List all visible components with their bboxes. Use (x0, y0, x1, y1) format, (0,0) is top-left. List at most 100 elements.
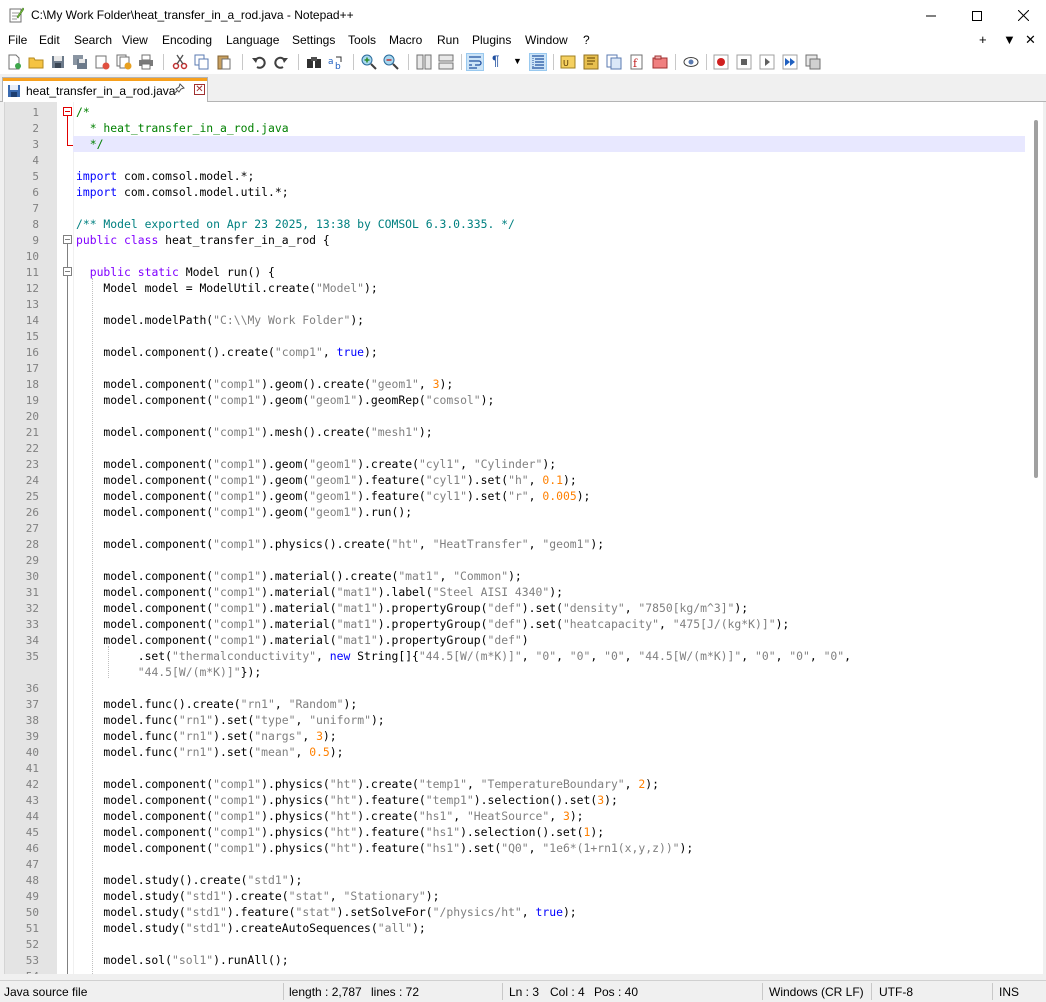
menu-help[interactable]: ? (583, 33, 590, 47)
code-text[interactable]: Model model = ModelUtil.create("Model"); (76, 281, 377, 295)
code-text[interactable]: import com.comsol.model.*; (76, 169, 254, 183)
play-macro-icon[interactable] (759, 54, 775, 70)
code-text[interactable]: * heat_transfer_in_a_rod.java (76, 121, 289, 135)
find-icon[interactable] (306, 54, 322, 70)
maximize-button[interactable] (954, 0, 1000, 31)
code-text[interactable]: import com.comsol.model.util.*; (76, 185, 289, 199)
indent-guide-icon[interactable] (529, 53, 547, 71)
code-text[interactable]: model.study("std1").feature("stat").setS… (76, 905, 576, 919)
code-text[interactable]: /** Model exported on Apr 23 2025, 13:38… (76, 217, 515, 231)
tab-list-button[interactable]: ▼ (1003, 32, 1016, 47)
code-text[interactable]: model.component("comp1").material("mat1"… (76, 585, 563, 599)
cut-icon[interactable] (172, 54, 188, 70)
code-text[interactable]: model.component("comp1").material("mat1"… (76, 617, 789, 631)
open-file-icon[interactable] (28, 54, 44, 70)
word-wrap-icon[interactable] (466, 53, 484, 71)
code-text[interactable]: model.component("comp1").physics("ht").f… (76, 841, 693, 855)
view-icon[interactable] (683, 54, 699, 70)
menu-encoding[interactable]: Encoding (162, 33, 212, 47)
code-text[interactable]: public static Model run() { (76, 265, 275, 279)
code-text[interactable]: model.sol("sol1").runAll(); (76, 953, 288, 967)
function-list-icon[interactable] (606, 54, 622, 70)
stop-record-icon[interactable] (736, 54, 752, 70)
code-text[interactable]: "44.5[W/(m*K)]"}); (76, 665, 261, 679)
replace-icon[interactable]: ab (328, 54, 344, 70)
code-text[interactable]: .set("thermalconductivity", new String[]… (76, 649, 851, 663)
undo-icon[interactable] (251, 54, 267, 70)
code-text[interactable]: model.study("std1").createAutoSequences(… (76, 921, 425, 935)
close-all-icon[interactable] (116, 54, 132, 70)
copy-icon[interactable] (194, 54, 210, 70)
code-text[interactable]: model.component("comp1").mesh().create("… (76, 425, 432, 439)
code-text[interactable]: model.component("comp1").physics().creat… (76, 537, 604, 551)
code-text[interactable]: public class heat_transfer_in_a_rod { (76, 233, 330, 247)
code-text[interactable]: model.component("comp1").geom("geom1").f… (76, 473, 576, 487)
menu-run[interactable]: Run (437, 33, 459, 47)
code-text[interactable]: model.component().create("comp1", true); (76, 345, 377, 359)
code-text[interactable]: model.component("comp1").geom("geom1").r… (76, 505, 412, 519)
folder-workspace-icon[interactable]: f (629, 54, 645, 70)
show-chars-dropdown-icon[interactable]: ▼ (513, 56, 529, 72)
code-text[interactable]: /* (76, 105, 90, 119)
menu-search[interactable]: Search (74, 33, 112, 47)
code-text[interactable]: model.func().create("rn1", "Random"); (76, 697, 357, 711)
code-text[interactable]: model.func("rn1").set("mean", 0.5); (76, 745, 343, 759)
vertical-scrollbar[interactable] (1029, 102, 1043, 974)
doc-map-icon[interactable] (583, 54, 599, 70)
new-file-icon[interactable] (6, 54, 22, 70)
menu-tools[interactable]: Tools (348, 33, 376, 47)
close-icon[interactable] (94, 54, 110, 70)
udl-icon[interactable]: U (560, 54, 576, 70)
status-eol[interactable]: Windows (CR LF) (769, 985, 864, 999)
zoom-out-icon[interactable] (383, 54, 399, 70)
record-macro-icon[interactable] (713, 54, 729, 70)
menu-plugins[interactable]: Plugins (472, 33, 511, 47)
menu-edit[interactable]: Edit (39, 33, 60, 47)
menu-settings[interactable]: Settings (292, 33, 335, 47)
code-text[interactable]: model.component("comp1").physics("ht").f… (76, 793, 617, 807)
save-all-icon[interactable] (72, 54, 88, 70)
code-text[interactable]: model.component("comp1").geom("geom1").g… (76, 393, 494, 407)
code-text[interactable]: model.modelPath("C:\\My Work Folder"); (76, 313, 364, 327)
pin-icon[interactable] (173, 83, 185, 98)
code-text[interactable]: model.func("rn1").set("type", "uniform")… (76, 713, 384, 727)
run-macro-multiple-icon[interactable] (782, 54, 798, 70)
code-editor[interactable]: 1/* 2 * heat_transfer_in_a_rod.java 3 */4 5… (4, 102, 1043, 974)
print-icon[interactable] (138, 54, 154, 70)
code-text[interactable]: model.component("comp1").geom("geom1").f… (76, 489, 590, 503)
menu-file[interactable]: File (8, 33, 27, 47)
code-text[interactable]: model.component("comp1").material("mat1"… (76, 601, 748, 615)
code-text[interactable]: model.component("comp1").geom("geom1").c… (76, 457, 556, 471)
code-text[interactable]: */ (76, 137, 104, 151)
tab-close-button[interactable]: ✕ (194, 84, 205, 95)
code-text[interactable]: model.component("comp1").geom().create("… (76, 377, 453, 391)
code-text[interactable]: model.component("comp1").physics("ht").c… (76, 809, 583, 823)
status-mode[interactable]: INS (999, 985, 1019, 999)
code-text[interactable]: model.component("comp1").material().crea… (76, 569, 521, 583)
redo-icon[interactable] (273, 54, 289, 70)
code-text[interactable]: model.component("comp1").physics("ht").c… (76, 777, 659, 791)
code-text[interactable]: model.component("comp1").material("mat1"… (76, 633, 528, 647)
code-text[interactable]: model.study().create("std1"); (76, 873, 302, 887)
new-tab-button[interactable]: + (979, 32, 987, 47)
monitoring-icon[interactable] (652, 54, 668, 70)
menu-macro[interactable]: Macro (389, 33, 422, 47)
minimize-button[interactable] (908, 0, 954, 31)
code-text[interactable]: model.component("comp1").physics("ht").f… (76, 825, 604, 839)
menu-window[interactable]: Window (525, 33, 568, 47)
zoom-in-icon[interactable] (361, 54, 377, 70)
code-text[interactable]: model.study("std1").create("stat", "Stat… (76, 889, 439, 903)
tab-heat-transfer-java[interactable]: heat_transfer_in_a_rod.java ✕ (2, 77, 208, 102)
menu-view[interactable]: View (122, 33, 148, 47)
menu-language[interactable]: Language (226, 33, 279, 47)
save-icon[interactable] (50, 54, 66, 70)
paste-icon[interactable] (216, 54, 232, 70)
close-window-button[interactable] (1000, 0, 1046, 31)
show-all-chars-icon[interactable]: ¶ (492, 52, 508, 68)
sync-vertical-icon[interactable] (416, 54, 432, 70)
status-encoding[interactable]: UTF-8 (879, 985, 913, 999)
code-text[interactable]: model.func("rn1").set("nargs", 3); (76, 729, 336, 743)
sync-horizontal-icon[interactable] (438, 54, 454, 70)
save-macro-icon[interactable] (805, 54, 821, 70)
scrollbar-thumb[interactable] (1034, 120, 1038, 478)
